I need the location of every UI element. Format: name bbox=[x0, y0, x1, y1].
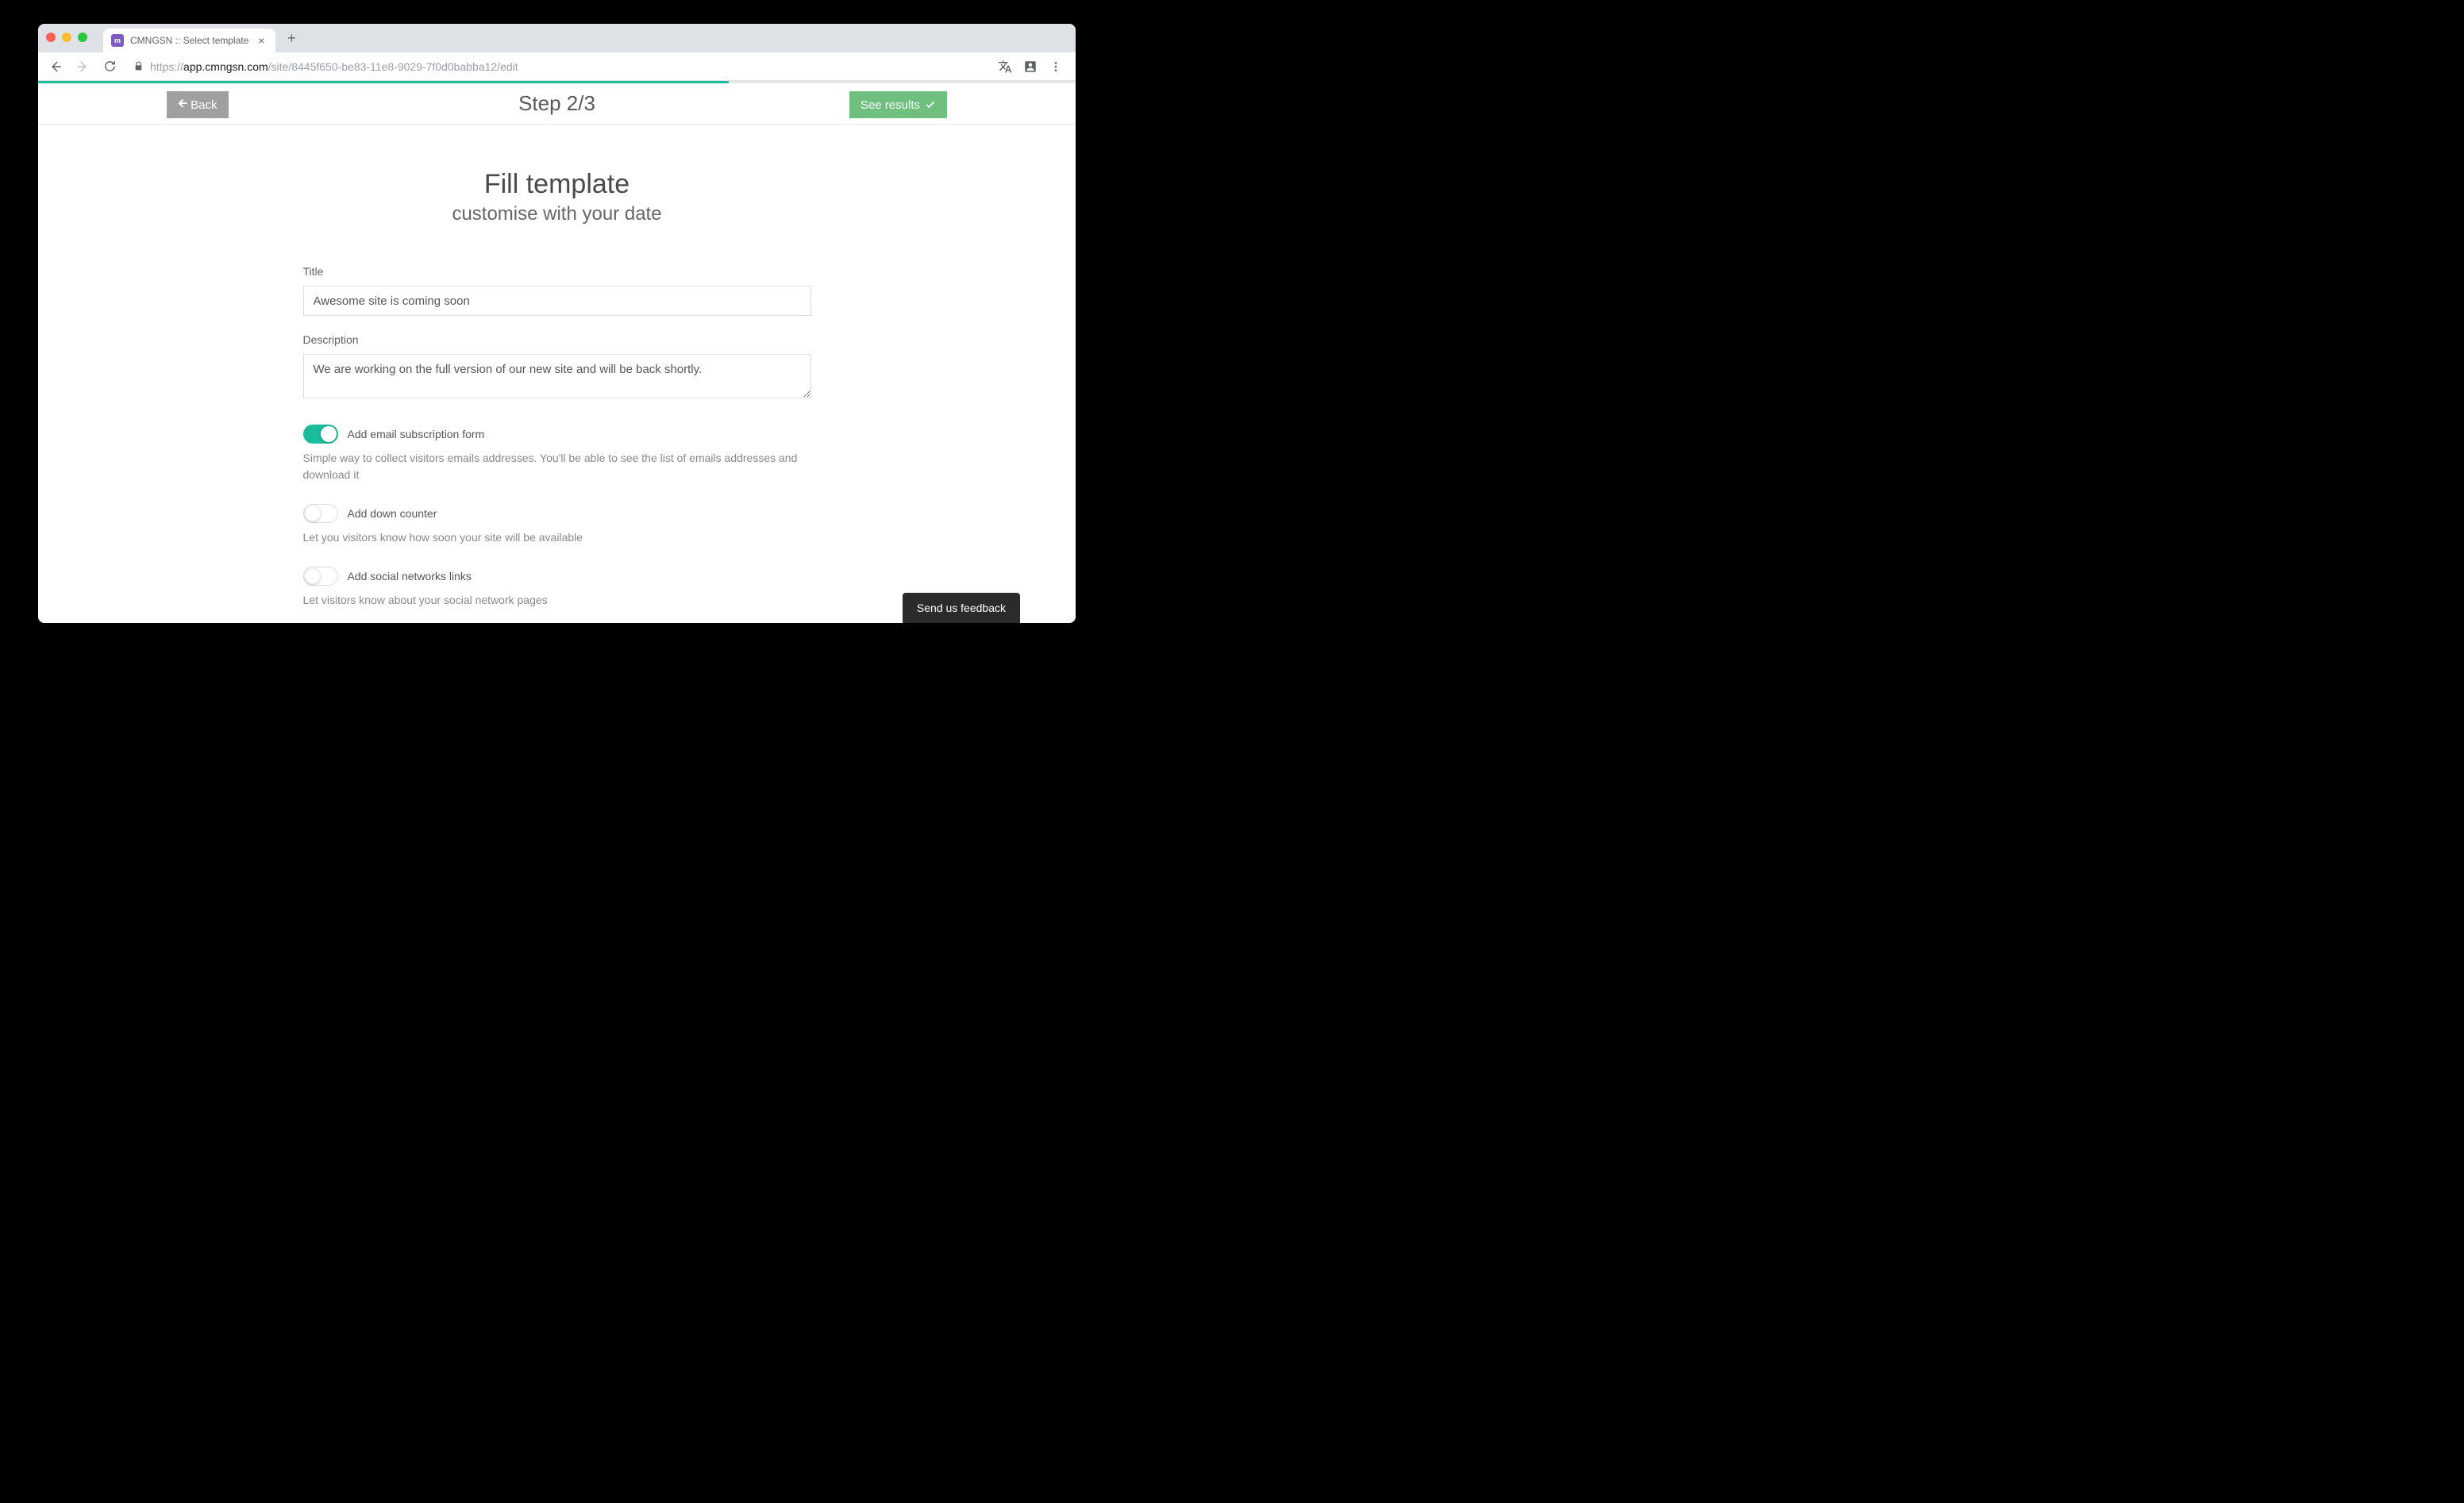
content-area: Fill template customise with your date T… bbox=[38, 125, 1076, 623]
page-content: 🡰 Back Step 2/3 See results Fill templat… bbox=[38, 81, 1076, 623]
step-title: Step 2/3 bbox=[518, 91, 595, 116]
back-button-label: Back bbox=[191, 98, 217, 112]
title-input[interactable] bbox=[303, 286, 811, 316]
account-icon[interactable] bbox=[1023, 60, 1038, 74]
nav-forward-button[interactable] bbox=[71, 56, 94, 78]
toggle-social-links-help: Let visitors know about your social netw… bbox=[303, 592, 811, 609]
tab-favicon-icon: m bbox=[111, 34, 124, 47]
tab-title: CMNGSN :: Select template bbox=[130, 35, 248, 46]
toggle-down-counter-label: Add down counter bbox=[348, 507, 437, 520]
toggle-down-counter[interactable] bbox=[303, 504, 338, 523]
browser-tab[interactable]: m CMNGSN :: Select template × bbox=[103, 29, 275, 52]
toggle-down-counter-help: Let you visitors know how soon your site… bbox=[303, 529, 811, 546]
arrow-left-icon bbox=[48, 60, 63, 74]
reload-button[interactable] bbox=[98, 56, 121, 78]
toggle-row-down-counter: Add down counter bbox=[303, 504, 811, 523]
page-subheading: customise with your date bbox=[452, 203, 661, 225]
tab-strip: m CMNGSN :: Select template × + bbox=[38, 24, 1076, 52]
back-button[interactable]: 🡰 Back bbox=[167, 91, 229, 118]
window-controls bbox=[46, 33, 87, 42]
toggle-email-subscription[interactable] bbox=[303, 425, 338, 444]
menu-icon[interactable] bbox=[1049, 60, 1063, 74]
tab-close-icon[interactable]: × bbox=[255, 34, 268, 47]
toggle-row-email-subscription: Add email subscription form bbox=[303, 425, 811, 444]
title-label: Title bbox=[303, 265, 811, 278]
arrow-left-icon: 🡰 bbox=[178, 95, 187, 115]
toggle-social-links-label: Add social networks links bbox=[348, 570, 472, 582]
toggle-email-subscription-help: Simple way to collect visitors emails ad… bbox=[303, 450, 811, 483]
close-window-button[interactable] bbox=[46, 33, 56, 42]
toggle-email-subscription-label: Add email subscription form bbox=[348, 428, 485, 440]
url-host: app.cmngsn.com bbox=[183, 60, 268, 73]
url-path: /site/8445f650-be83-11e8-9029-7f0d0babba… bbox=[268, 60, 518, 73]
step-header: 🡰 Back Step 2/3 See results bbox=[38, 83, 1076, 125]
reload-icon bbox=[103, 60, 117, 73]
address-bar: https://app.cmngsn.com/site/8445f650-be8… bbox=[38, 52, 1076, 81]
maximize-window-button[interactable] bbox=[78, 33, 87, 42]
toggle-row-social-links: Add social networks links bbox=[303, 567, 811, 586]
page-heading: Fill template bbox=[484, 169, 629, 200]
translate-icon[interactable] bbox=[998, 60, 1012, 74]
nav-back-button[interactable] bbox=[44, 56, 67, 78]
arrow-right-icon bbox=[75, 60, 90, 74]
feedback-button[interactable]: Send us feedback bbox=[903, 593, 1020, 623]
check-icon bbox=[925, 99, 936, 110]
url-text: https://app.cmngsn.com/site/8445f650-be8… bbox=[150, 60, 518, 73]
url-scheme: https:// bbox=[150, 60, 183, 73]
see-results-label: See results bbox=[860, 98, 920, 112]
url-input[interactable]: https://app.cmngsn.com/site/8445f650-be8… bbox=[125, 60, 993, 73]
template-form: Title Description We are working on the … bbox=[303, 265, 811, 623]
description-label: Description bbox=[303, 333, 811, 346]
see-results-button[interactable]: See results bbox=[849, 91, 947, 118]
browser-right-icons bbox=[998, 60, 1069, 74]
description-input[interactable]: We are working on the full version of ou… bbox=[303, 354, 811, 398]
lock-icon bbox=[133, 61, 144, 71]
toggle-social-links[interactable] bbox=[303, 567, 338, 586]
browser-window: m CMNGSN :: Select template × + https://… bbox=[38, 24, 1076, 623]
minimize-window-button[interactable] bbox=[62, 33, 71, 42]
new-tab-button[interactable]: + bbox=[280, 27, 302, 49]
